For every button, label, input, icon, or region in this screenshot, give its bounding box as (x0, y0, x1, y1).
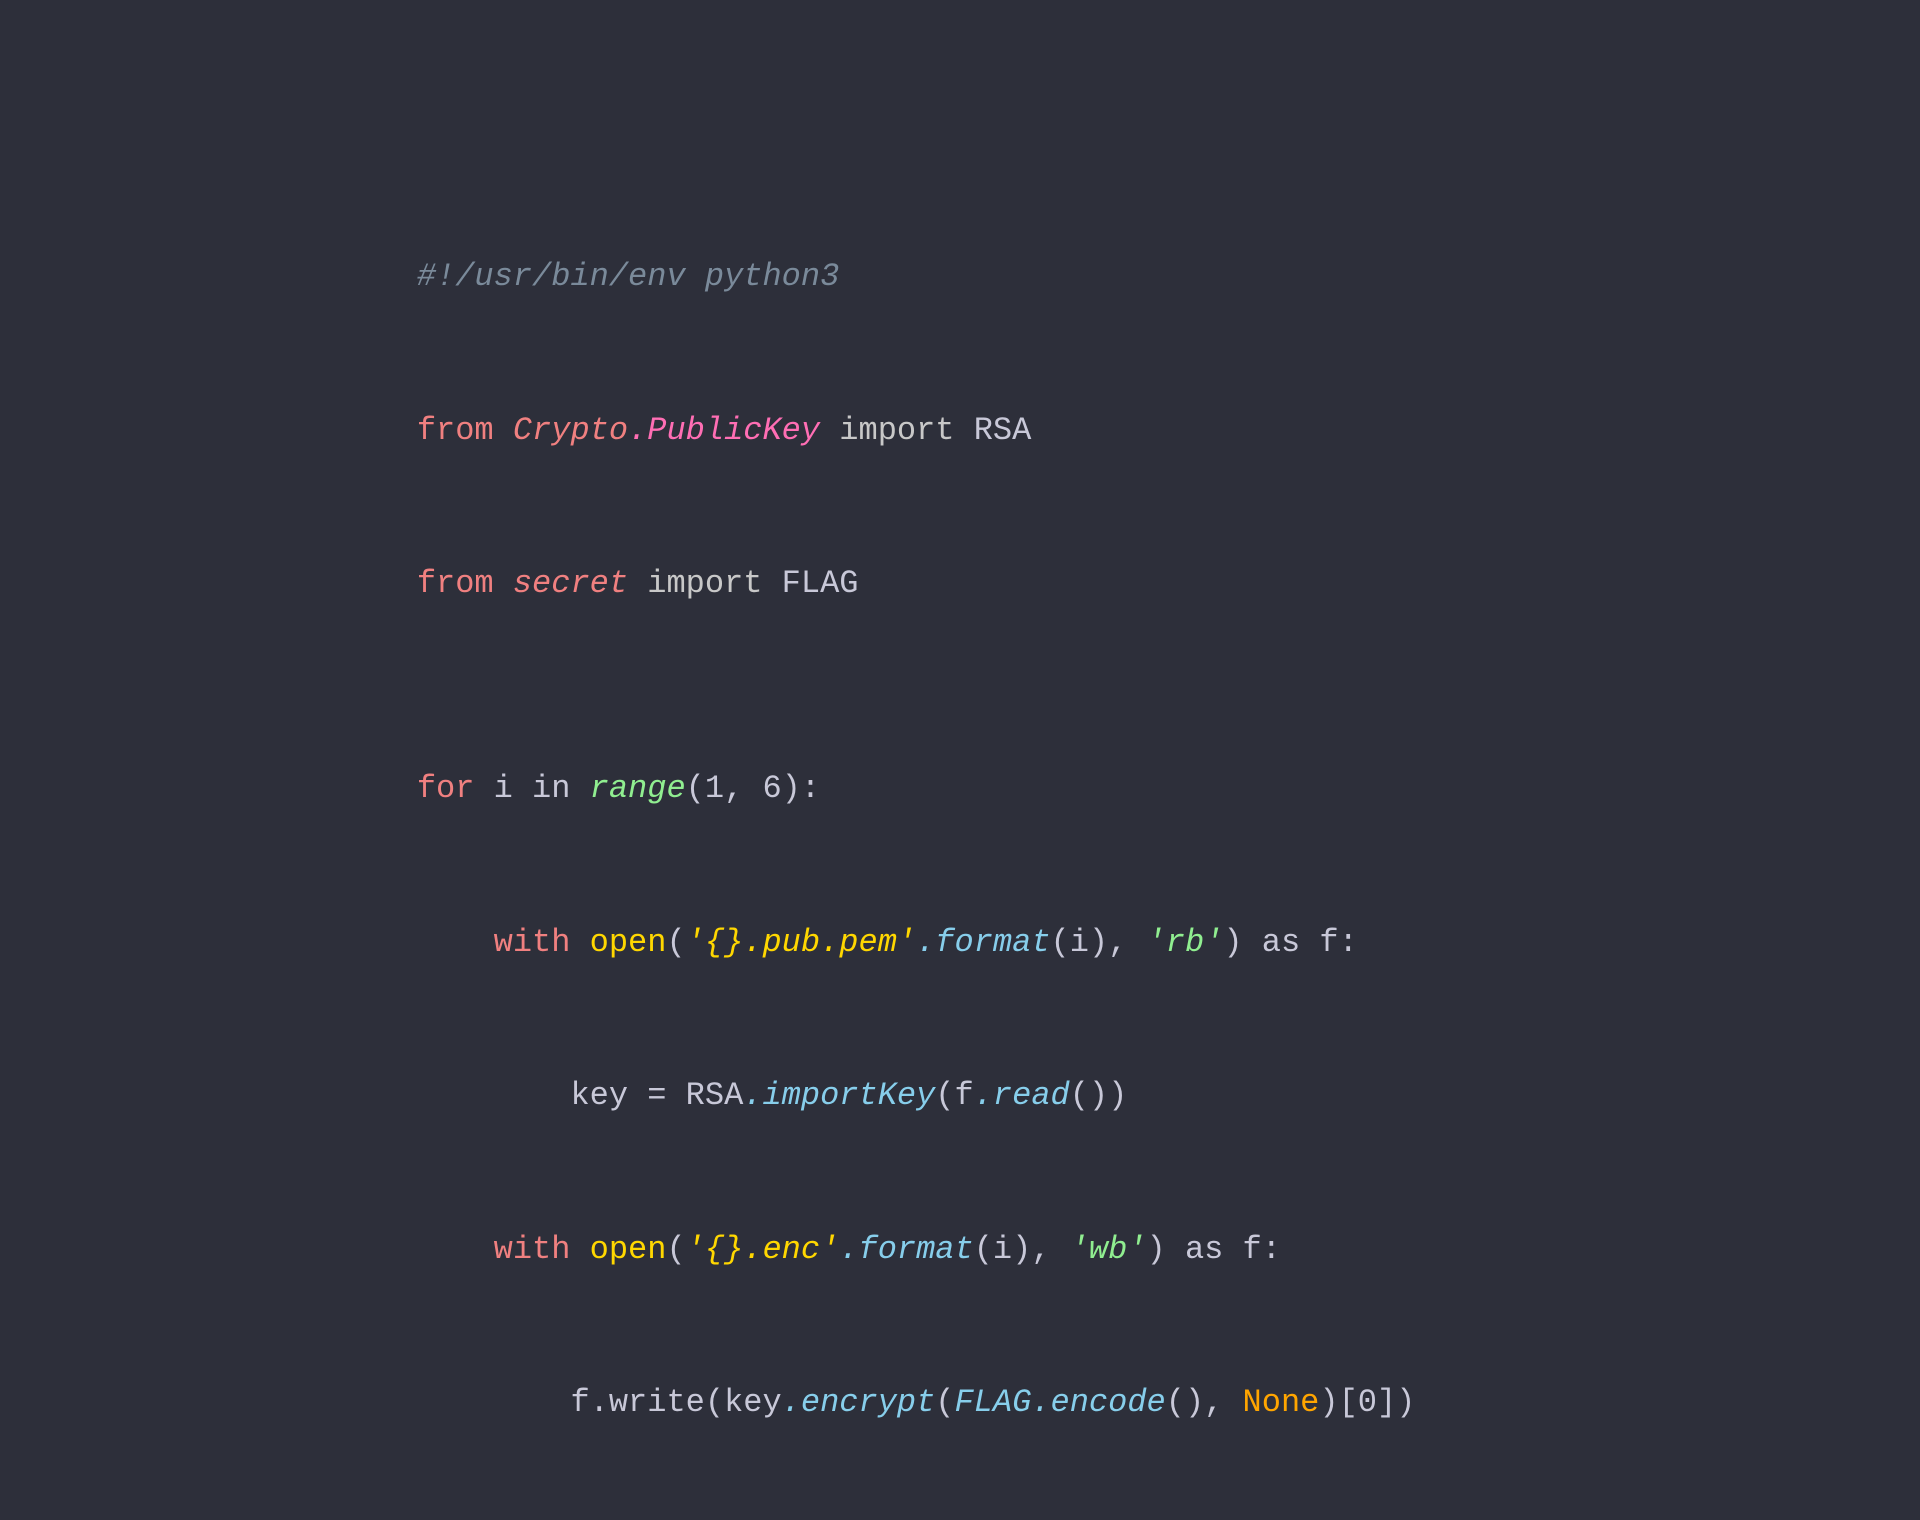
keyword-import-2: import (647, 565, 762, 602)
func-open-1: open (590, 924, 667, 961)
code-line-8: with open('{}.enc'.format(i), 'wb') as f… (340, 1173, 1415, 1327)
code-line-6: with open('{}.pub.pem'.format(i), 'rb') … (340, 865, 1415, 1019)
keyword-in: in (532, 770, 570, 807)
var-flag: FLAG (955, 1384, 1032, 1421)
equals-1: = (647, 1077, 666, 1114)
keyword-with-1: with (494, 924, 571, 961)
string-pub-pem: '{}.pub.pem' (686, 924, 916, 961)
colon-1: : (801, 770, 820, 807)
code-line-2: from Crypto.PublicKey import RSA (340, 354, 1415, 508)
keyword-as-1: as (1262, 924, 1300, 961)
class-flag: FLAG (782, 565, 859, 602)
empty-line-1 (340, 661, 1415, 712)
num-6: 6 (762, 770, 781, 807)
var-i: i (494, 770, 513, 807)
paren-close-1: ) (782, 770, 801, 807)
string-mode-rb: 'rb' (1147, 924, 1224, 961)
string-mode-wb: 'wb' (1070, 1231, 1147, 1268)
code-line-7: key = RSA.importKey(f.read()) (340, 1019, 1415, 1173)
code-line-3: from secret import FLAG (340, 507, 1415, 661)
string-enc: '{}.enc' (686, 1231, 840, 1268)
shebang: #!/usr/bin/env python3 (417, 258, 839, 295)
code-line-1: #!/usr/bin/env python3 (340, 200, 1415, 354)
val-none: None (1243, 1384, 1320, 1421)
code-line-9: f.write(key.encrypt(FLAG.encode(), None)… (340, 1326, 1415, 1480)
code-block: #!/usr/bin/env python3 from Crypto.Publi… (280, 160, 1475, 1520)
var-f-write: f (570, 1384, 589, 1421)
class-rsa: RSA (974, 412, 1032, 449)
keyword-as-2: as (1185, 1231, 1223, 1268)
code-line-5: for i in range(1, 6): (340, 712, 1415, 866)
var-f-1: f: (1319, 924, 1357, 961)
method-format-1: .format (916, 924, 1050, 961)
num-1: 1 (705, 770, 724, 807)
keyword-for: for (417, 770, 475, 807)
paren-open-1: ( (686, 770, 705, 807)
keyword-import-1: import (839, 412, 954, 449)
func-range: range (590, 770, 686, 807)
func-open-2: open (590, 1231, 667, 1268)
method-importkey: .importKey (743, 1077, 935, 1114)
keyword-with-2: with (494, 1231, 571, 1268)
module-crypto: Crypto (513, 412, 628, 449)
method-format-2: .format (839, 1231, 973, 1268)
keyword-from-1: from (417, 412, 494, 449)
var-key: key (570, 1077, 628, 1114)
class-rsa-2: RSA (686, 1077, 744, 1114)
keyword-from-2: from (417, 565, 494, 602)
var-f-2: f: (1243, 1231, 1281, 1268)
module-publickey: PublicKey (647, 412, 820, 449)
module-secret: secret (513, 565, 628, 602)
